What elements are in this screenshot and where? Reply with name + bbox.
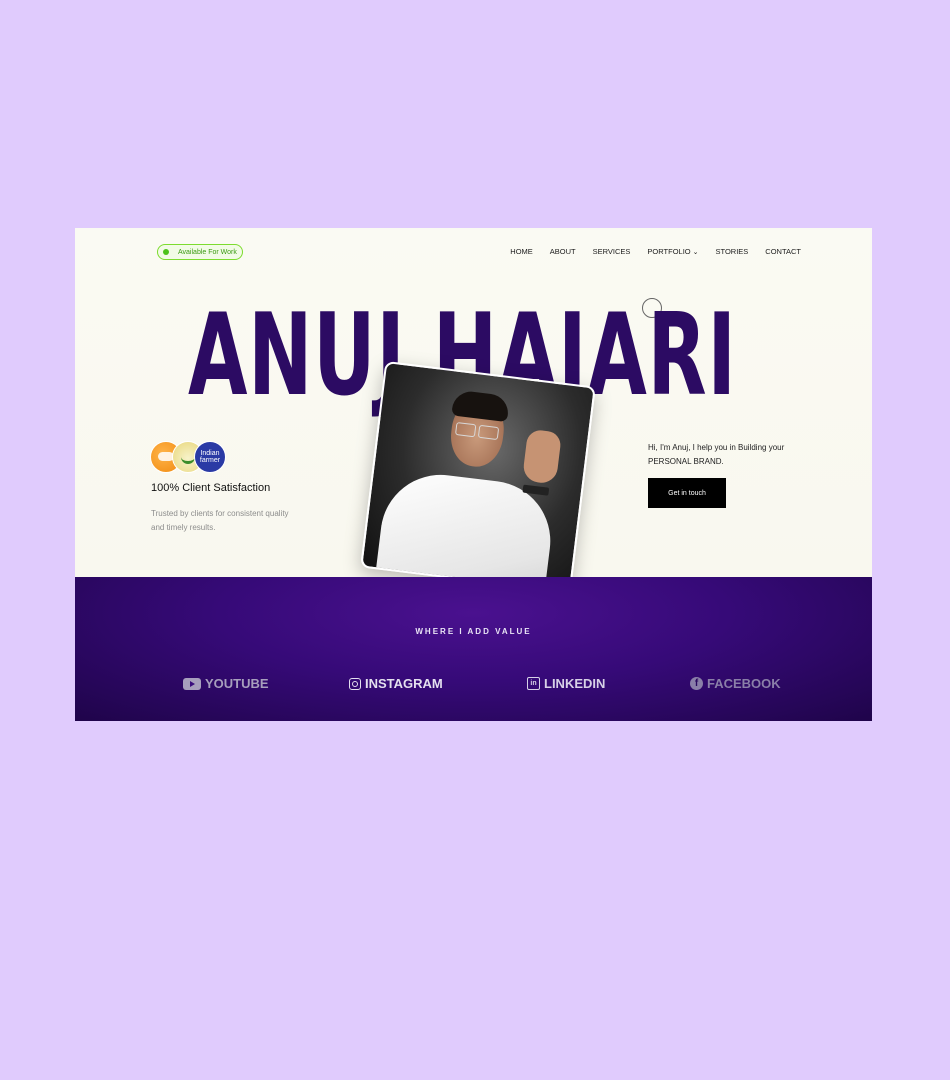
satisfaction-description: Trusted by clients for consistent qualit…: [151, 509, 289, 532]
profile-photo: [360, 360, 596, 594]
nav-about[interactable]: ABOUT: [550, 247, 576, 256]
nav-portfolio[interactable]: PORTFOLIO ⌄: [647, 247, 698, 256]
waving-hand: [521, 428, 562, 485]
nav-portfolio-label: PORTFOLIO: [647, 247, 691, 256]
satisfaction-title: 100% Client Satisfaction: [151, 482, 271, 494]
availability-label: Available For Work: [178, 248, 237, 256]
intro-text: Hi, I'm Anuj, I help you in Building you…: [648, 443, 785, 466]
platform-youtube-label: YOUTUBE: [205, 676, 269, 691]
status-dot-icon: [163, 249, 169, 255]
indian-farmer-logo-text: Indian farmer: [199, 450, 221, 464]
nav-services[interactable]: SERVICES: [593, 247, 631, 256]
availability-badge: Available For Work: [157, 244, 243, 260]
platform-instagram-label: INSTAGRAM: [365, 676, 443, 691]
value-section: WHERE I ADD VALUE YOUTUBE INSTAGRAM in L…: [75, 577, 872, 721]
platform-linkedin-label: LINKEDIN: [544, 676, 606, 691]
platform-facebook-label: FACEBOOK: [707, 676, 781, 691]
nav-contact[interactable]: CONTACT: [765, 247, 801, 256]
main-nav: HOME ABOUT SERVICES PORTFOLIO ⌄ STORIES C…: [510, 247, 801, 256]
website-frame: Available For Work HOME ABOUT SERVICES P…: [75, 228, 872, 721]
get-in-touch-button[interactable]: Get in touch: [648, 478, 726, 508]
nav-stories[interactable]: STORIES: [716, 247, 749, 256]
indian-farmer-logo: Indian farmer: [194, 441, 226, 473]
facebook-icon: f: [690, 677, 703, 690]
instagram-icon: [349, 677, 361, 690]
youtube-icon: [183, 677, 201, 690]
linkedin-icon: in: [527, 677, 540, 690]
platform-list: YOUTUBE INSTAGRAM in LINKEDIN f FACEBOOK: [183, 676, 783, 694]
platform-instagram[interactable]: INSTAGRAM: [349, 676, 443, 691]
platform-linkedin[interactable]: in LINKEDIN: [527, 676, 605, 691]
platform-youtube[interactable]: YOUTUBE: [183, 676, 269, 691]
chevron-down-icon: ⌄: [692, 249, 699, 256]
value-title: WHERE I ADD VALUE: [415, 627, 532, 636]
platform-facebook[interactable]: f FACEBOOK: [690, 676, 781, 691]
hero-section: Available For Work HOME ABOUT SERVICES P…: [75, 228, 872, 594]
client-logos: Indian farmer: [150, 441, 230, 473]
nav-home[interactable]: HOME: [510, 247, 533, 256]
